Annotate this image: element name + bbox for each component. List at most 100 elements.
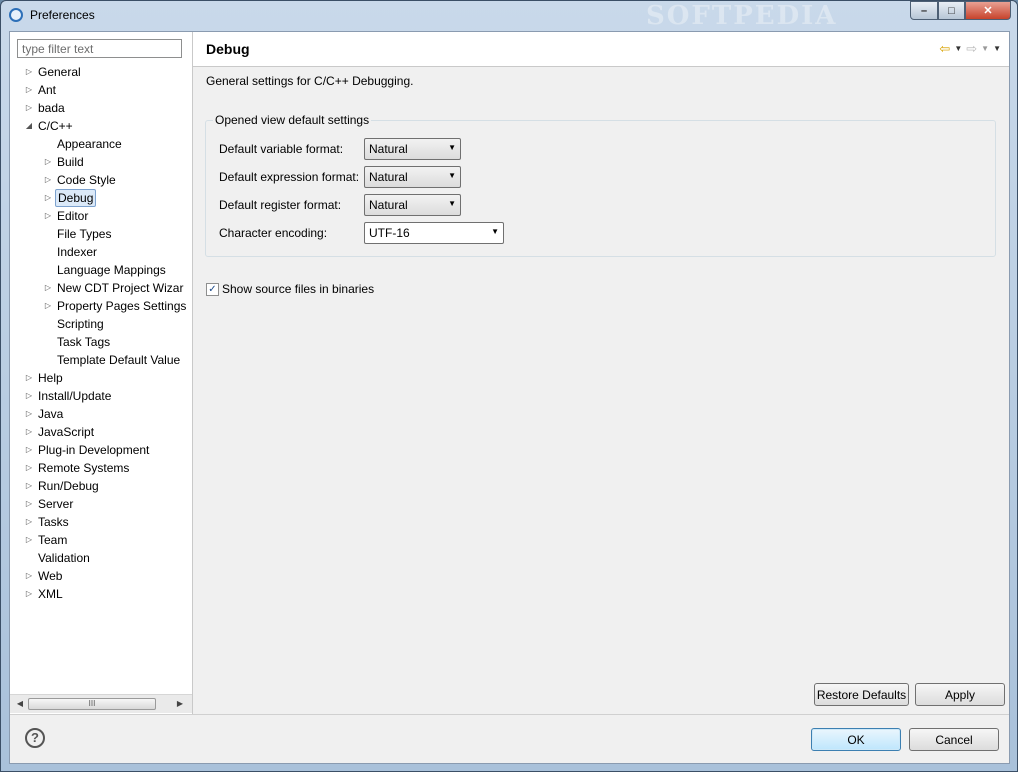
scroll-left-arrow-icon[interactable]: ◀ — [14, 697, 26, 711]
tree-item-label[interactable]: Remote Systems — [36, 459, 131, 477]
collapsed-arrow-icon[interactable]: ▷ — [24, 459, 34, 477]
collapsed-arrow-icon — [43, 315, 53, 333]
scroll-thumb[interactable]: III — [28, 698, 156, 710]
register-format-value: Natural — [369, 198, 408, 212]
expanded-arrow-icon[interactable]: ◢ — [24, 117, 34, 135]
back-arrow-icon[interactable]: ⇦ — [939, 41, 950, 57]
collapsed-arrow-icon[interactable]: ▷ — [24, 63, 34, 81]
dropdown-arrow-icon: ▼ — [491, 227, 499, 236]
tree-item-label[interactable]: Template Default Value — [55, 351, 182, 369]
tree-item-label[interactable]: Java — [36, 405, 65, 423]
collapsed-arrow-icon[interactable]: ▷ — [24, 585, 34, 603]
tree-item-label[interactable]: Team — [36, 531, 69, 549]
collapsed-arrow-icon[interactable]: ▷ — [24, 369, 34, 387]
collapsed-arrow-icon[interactable]: ▷ — [24, 441, 34, 459]
collapsed-arrow-icon — [43, 135, 53, 153]
tree-item-label[interactable]: bada — [36, 99, 67, 117]
ok-button[interactable]: OK — [811, 728, 901, 751]
collapsed-arrow-icon[interactable]: ▷ — [43, 171, 53, 189]
variable-format-label: Default variable format: — [219, 142, 344, 156]
tree-item-label[interactable]: Property Pages Settings — [55, 297, 188, 315]
tree-item-label[interactable]: Task Tags — [55, 333, 112, 351]
apply-button[interactable]: Apply — [915, 683, 1005, 706]
collapsed-arrow-icon[interactable]: ▷ — [24, 405, 34, 423]
maximize-button[interactable]: □ — [938, 1, 965, 20]
dropdown-arrow-icon: ▼ — [448, 199, 456, 208]
collapsed-arrow-icon[interactable]: ▷ — [43, 279, 53, 297]
register-format-select[interactable]: Natural ▼ — [364, 194, 461, 216]
scroll-right-arrow-icon[interactable]: ▶ — [174, 697, 186, 711]
tree-item-label[interactable]: Plug-in Development — [36, 441, 151, 459]
dropdown-arrow-icon: ▼ — [448, 143, 456, 152]
tree-item-label[interactable]: Build — [55, 153, 86, 171]
close-button[interactable]: ✕ — [965, 1, 1011, 20]
collapsed-arrow-icon — [24, 549, 34, 567]
tree-item-label[interactable]: Help — [36, 369, 65, 387]
collapsed-arrow-icon[interactable]: ▷ — [43, 189, 53, 207]
forward-arrow-icon[interactable]: ⇨ — [966, 41, 977, 57]
help-icon[interactable]: ? — [25, 728, 45, 748]
watermark-text: SOFTPEDIA — [646, 1, 838, 31]
variable-format-select[interactable]: Natural ▼ — [364, 138, 461, 160]
show-source-files-label[interactable]: Show source files in binaries — [222, 282, 374, 296]
restore-defaults-button[interactable]: Restore Defaults — [814, 683, 909, 706]
tree-item-label[interactable]: New CDT Project Wizar — [55, 279, 185, 297]
tree-item-label[interactable]: Validation — [36, 549, 92, 567]
expression-format-value: Natural — [369, 170, 408, 184]
tree-item-label[interactable]: C/C++ — [36, 117, 75, 135]
back-history-dropdown-icon[interactable]: ▼ — [954, 41, 962, 57]
tree-item-label[interactable]: Run/Debug — [36, 477, 101, 495]
eclipse-app-icon — [9, 8, 23, 22]
register-format-label: Default register format: — [219, 198, 342, 212]
collapsed-arrow-icon[interactable]: ▷ — [24, 423, 34, 441]
collapsed-arrow-icon[interactable]: ▷ — [24, 567, 34, 585]
cancel-button[interactable]: Cancel — [909, 728, 999, 751]
footer-separator — [10, 714, 1009, 715]
tree-item-label[interactable]: Install/Update — [36, 387, 113, 405]
tree-horizontal-scrollbar[interactable]: ◀ III ▶ — [10, 694, 192, 713]
filter-input[interactable] — [17, 39, 182, 58]
character-encoding-select[interactable]: UTF-16 ▼ — [364, 222, 504, 244]
tree-item-label[interactable]: Code Style — [55, 171, 118, 189]
collapsed-arrow-icon — [43, 351, 53, 369]
forward-history-dropdown-icon[interactable]: ▼ — [981, 41, 989, 57]
tree-item-label[interactable]: Ant — [36, 81, 58, 99]
tree-item-label[interactable]: Editor — [55, 207, 90, 225]
collapsed-arrow-icon[interactable]: ▷ — [24, 513, 34, 531]
collapsed-arrow-icon[interactable]: ▷ — [24, 495, 34, 513]
variable-format-value: Natural — [369, 142, 408, 156]
expression-format-select[interactable]: Natural ▼ — [364, 166, 461, 188]
tree-item-label[interactable]: JavaScript — [36, 423, 96, 441]
collapsed-arrow-icon[interactable]: ▷ — [24, 81, 34, 99]
collapsed-arrow-icon[interactable]: ▷ — [43, 153, 53, 171]
minimize-button[interactable]: – — [910, 1, 938, 20]
collapsed-arrow-icon — [43, 261, 53, 279]
character-encoding-label: Character encoding: — [219, 226, 328, 240]
character-encoding-value: UTF-16 — [369, 226, 410, 240]
collapsed-arrow-icon[interactable]: ▷ — [43, 297, 53, 315]
collapsed-arrow-icon[interactable]: ▷ — [24, 477, 34, 495]
page-navigation: ⇦ ▼ ⇨ ▼ ▼ — [939, 41, 1001, 57]
tree-item-label[interactable]: General — [36, 63, 83, 81]
collapsed-arrow-icon[interactable]: ▷ — [43, 207, 53, 225]
tree-item-label[interactable]: Scripting — [55, 315, 106, 333]
title-bar[interactable]: Preferences SOFTPEDIA – □ ✕ — [1, 1, 1017, 31]
preference-page: Debug ⇦ ▼ ⇨ ▼ ▼ General settings for C/C… — [193, 32, 1009, 714]
collapsed-arrow-icon[interactable]: ▷ — [24, 99, 34, 117]
collapsed-arrow-icon[interactable]: ▷ — [24, 531, 34, 549]
tree-item-label[interactable]: Web — [36, 567, 64, 585]
dropdown-arrow-icon: ▼ — [448, 171, 456, 180]
collapsed-arrow-icon[interactable]: ▷ — [24, 387, 34, 405]
tree-item-label[interactable]: Server — [36, 495, 75, 513]
tree-item-label[interactable]: File Types — [55, 225, 113, 243]
preferences-tree: ▷ General ▷ Ant ▷ bada ◢ C/C++ Appearance ▷ Build ▷… — [10, 63, 192, 693]
view-menu-icon[interactable]: ▼ — [993, 41, 1001, 57]
tree-item-label[interactable]: XML — [36, 585, 65, 603]
tree-item-label[interactable]: Language Mappings — [55, 261, 168, 279]
tree-item-label[interactable]: Indexer — [55, 243, 99, 261]
tree-item-label[interactable]: Tasks — [36, 513, 71, 531]
tree-item-label[interactable]: Appearance — [55, 135, 124, 153]
show-source-files-checkbox[interactable]: ✓ — [206, 283, 219, 296]
tree-item-label[interactable]: Debug — [55, 189, 97, 207]
preferences-window: Preferences SOFTPEDIA – □ ✕ ▷General▷Ant… — [0, 0, 1018, 772]
